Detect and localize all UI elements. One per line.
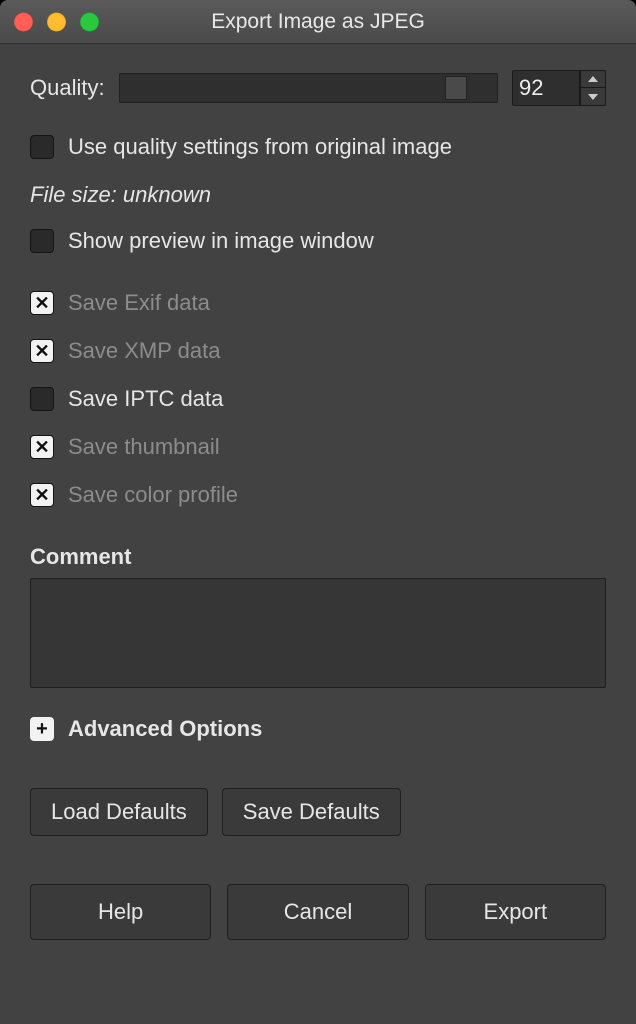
show-preview-checkbox[interactable]: ✕ — [30, 229, 54, 253]
save-xmp-label: Save XMP data — [68, 338, 220, 364]
defaults-row: Load Defaults Save Defaults — [30, 788, 606, 836]
chevron-up-icon — [588, 76, 598, 82]
zoom-window-button[interactable] — [80, 12, 99, 31]
save-xmp-checkbox[interactable]: ✕ — [30, 339, 54, 363]
quality-value-input[interactable] — [512, 70, 580, 106]
dialog-content: Quality: ✕ Use quality settings from ori… — [0, 44, 636, 1024]
advanced-options-label: Advanced Options — [68, 716, 262, 742]
export-button[interactable]: Export — [425, 884, 606, 940]
save-color-profile-checkbox[interactable]: ✕ — [30, 483, 54, 507]
minimize-window-button[interactable] — [47, 12, 66, 31]
quality-slider[interactable] — [119, 73, 498, 103]
use-original-quality-label: Use quality settings from original image — [68, 134, 452, 160]
export-jpeg-dialog: Export Image as JPEG Quality: ✕ Use qual… — [0, 0, 636, 1024]
titlebar: Export Image as JPEG — [0, 0, 636, 44]
comment-label: Comment — [30, 544, 606, 570]
save-color-profile-label: Save color profile — [68, 482, 238, 508]
save-iptc-checkbox[interactable]: ✕ — [30, 387, 54, 411]
show-preview-row: ✕ Show preview in image window — [30, 228, 606, 254]
window-controls — [14, 12, 99, 31]
save-color-profile-row: ✕ Save color profile — [30, 482, 606, 508]
save-exif-checkbox[interactable]: ✕ — [30, 291, 54, 315]
quality-step-down[interactable] — [580, 88, 606, 106]
quality-slider-thumb[interactable] — [445, 76, 467, 100]
quality-label: Quality: — [30, 75, 105, 101]
comment-textarea[interactable] — [30, 578, 606, 688]
save-xmp-row: ✕ Save XMP data — [30, 338, 606, 364]
save-iptc-row: ✕ Save IPTC data — [30, 386, 606, 412]
x-icon: ✕ — [34, 294, 49, 312]
quality-row: Quality: — [30, 70, 606, 106]
help-button[interactable]: Help — [30, 884, 211, 940]
save-defaults-button[interactable]: Save Defaults — [222, 788, 401, 836]
x-icon: ✕ — [34, 438, 49, 456]
quality-step-up[interactable] — [580, 70, 606, 88]
use-original-quality-checkbox[interactable]: ✕ — [30, 135, 54, 159]
action-row: Help Cancel Export — [30, 884, 606, 940]
use-original-quality-row: ✕ Use quality settings from original ima… — [30, 134, 606, 160]
chevron-down-icon — [588, 94, 598, 100]
save-exif-label: Save Exif data — [68, 290, 210, 316]
expand-icon: + — [30, 717, 54, 741]
save-exif-row: ✕ Save Exif data — [30, 290, 606, 316]
cancel-button[interactable]: Cancel — [227, 884, 408, 940]
save-thumbnail-row: ✕ Save thumbnail — [30, 434, 606, 460]
close-window-button[interactable] — [14, 12, 33, 31]
file-size-label: File size: unknown — [30, 182, 606, 208]
advanced-options-row[interactable]: + Advanced Options — [30, 716, 606, 742]
show-preview-label: Show preview in image window — [68, 228, 374, 254]
quality-spinbox — [512, 70, 606, 106]
save-thumbnail-checkbox[interactable]: ✕ — [30, 435, 54, 459]
load-defaults-button[interactable]: Load Defaults — [30, 788, 208, 836]
x-icon: ✕ — [34, 342, 49, 360]
save-iptc-label: Save IPTC data — [68, 386, 223, 412]
save-thumbnail-label: Save thumbnail — [68, 434, 220, 460]
x-icon: ✕ — [34, 486, 49, 504]
